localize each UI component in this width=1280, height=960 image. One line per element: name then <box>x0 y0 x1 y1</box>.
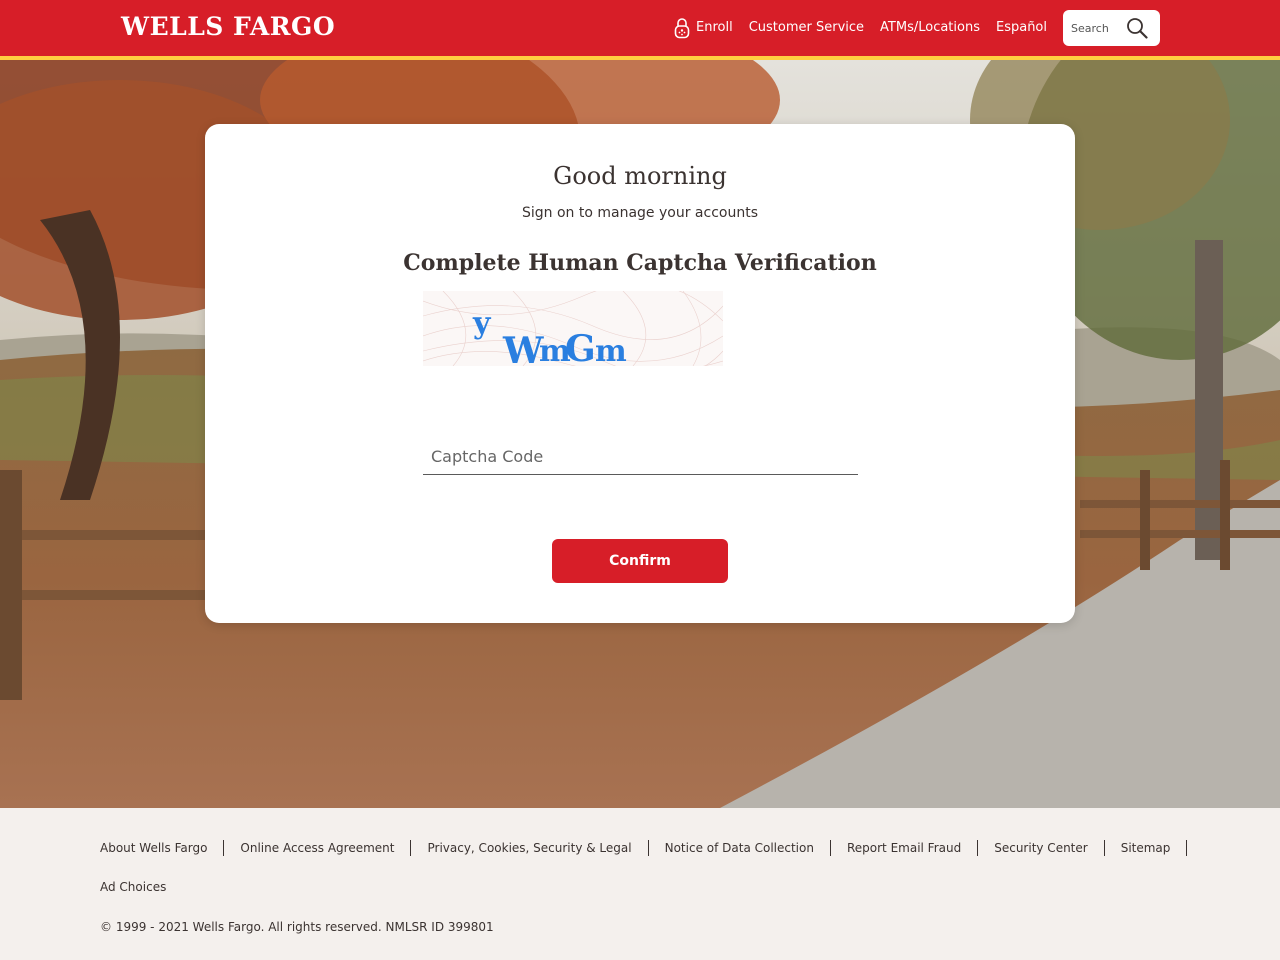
wells-fargo-logo[interactable]: WELLS FARGO <box>121 12 335 42</box>
captcha-char-4: G <box>565 328 596 366</box>
search-icon[interactable] <box>1126 17 1148 39</box>
search-input[interactable] <box>1071 18 1126 38</box>
customer-service-link[interactable]: Customer Service <box>749 16 864 40</box>
signon-subtitle: Sign on to manage your accounts <box>522 205 758 221</box>
lock-icon <box>674 18 690 39</box>
captcha-title: Complete Human Captcha Verification <box>403 250 877 276</box>
captcha-image: y W m G m <box>423 291 723 366</box>
enroll-link[interactable]: Enroll <box>674 16 733 40</box>
footer-link-report-email-fraud[interactable]: Report Email Fraud <box>847 840 979 856</box>
copyright-text: © 1999 - 2021 Wells Fargo. All rights re… <box>100 920 494 934</box>
captcha-char-2: W <box>502 330 544 366</box>
captcha-char-5: m <box>595 334 627 366</box>
header-nav: Enroll Customer Service ATMs/Locations E… <box>674 16 1047 40</box>
espanol-link[interactable]: Español <box>996 16 1047 40</box>
confirm-button[interactable]: Confirm <box>552 539 728 583</box>
footer-link-ad-choices[interactable]: Ad Choices <box>100 880 166 894</box>
captcha-code-image: y W m G m <box>472 306 627 366</box>
site-header: WELLS FARGO Enroll Customer Service ATMs… <box>0 0 1280 56</box>
footer-link-sitemap[interactable]: Sitemap <box>1121 840 1188 856</box>
footer-link-security-center[interactable]: Security Center <box>994 840 1105 856</box>
site-footer: About Wells Fargo Online Access Agreemen… <box>0 808 1280 960</box>
greeting-heading: Good morning <box>553 162 727 190</box>
search-box <box>1063 10 1160 46</box>
signon-card: Good morning Sign on to manage your acco… <box>205 124 1075 623</box>
footer-link-notice-data-collection[interactable]: Notice of Data Collection <box>665 840 831 856</box>
enroll-label[interactable]: Enroll <box>696 16 733 40</box>
footer-link-about[interactable]: About Wells Fargo <box>100 840 225 856</box>
footer-link-online-access-agreement[interactable]: Online Access Agreement <box>240 840 412 856</box>
atms-locations-link[interactable]: ATMs/Locations <box>880 16 980 40</box>
captcha-code-field <box>423 437 858 475</box>
captcha-code-input[interactable] <box>431 441 851 471</box>
footer-link-privacy[interactable]: Privacy, Cookies, Security & Legal <box>427 840 649 856</box>
footer-links: About Wells Fargo Online Access Agreemen… <box>100 838 1188 858</box>
captcha-char-1: y <box>472 306 492 341</box>
